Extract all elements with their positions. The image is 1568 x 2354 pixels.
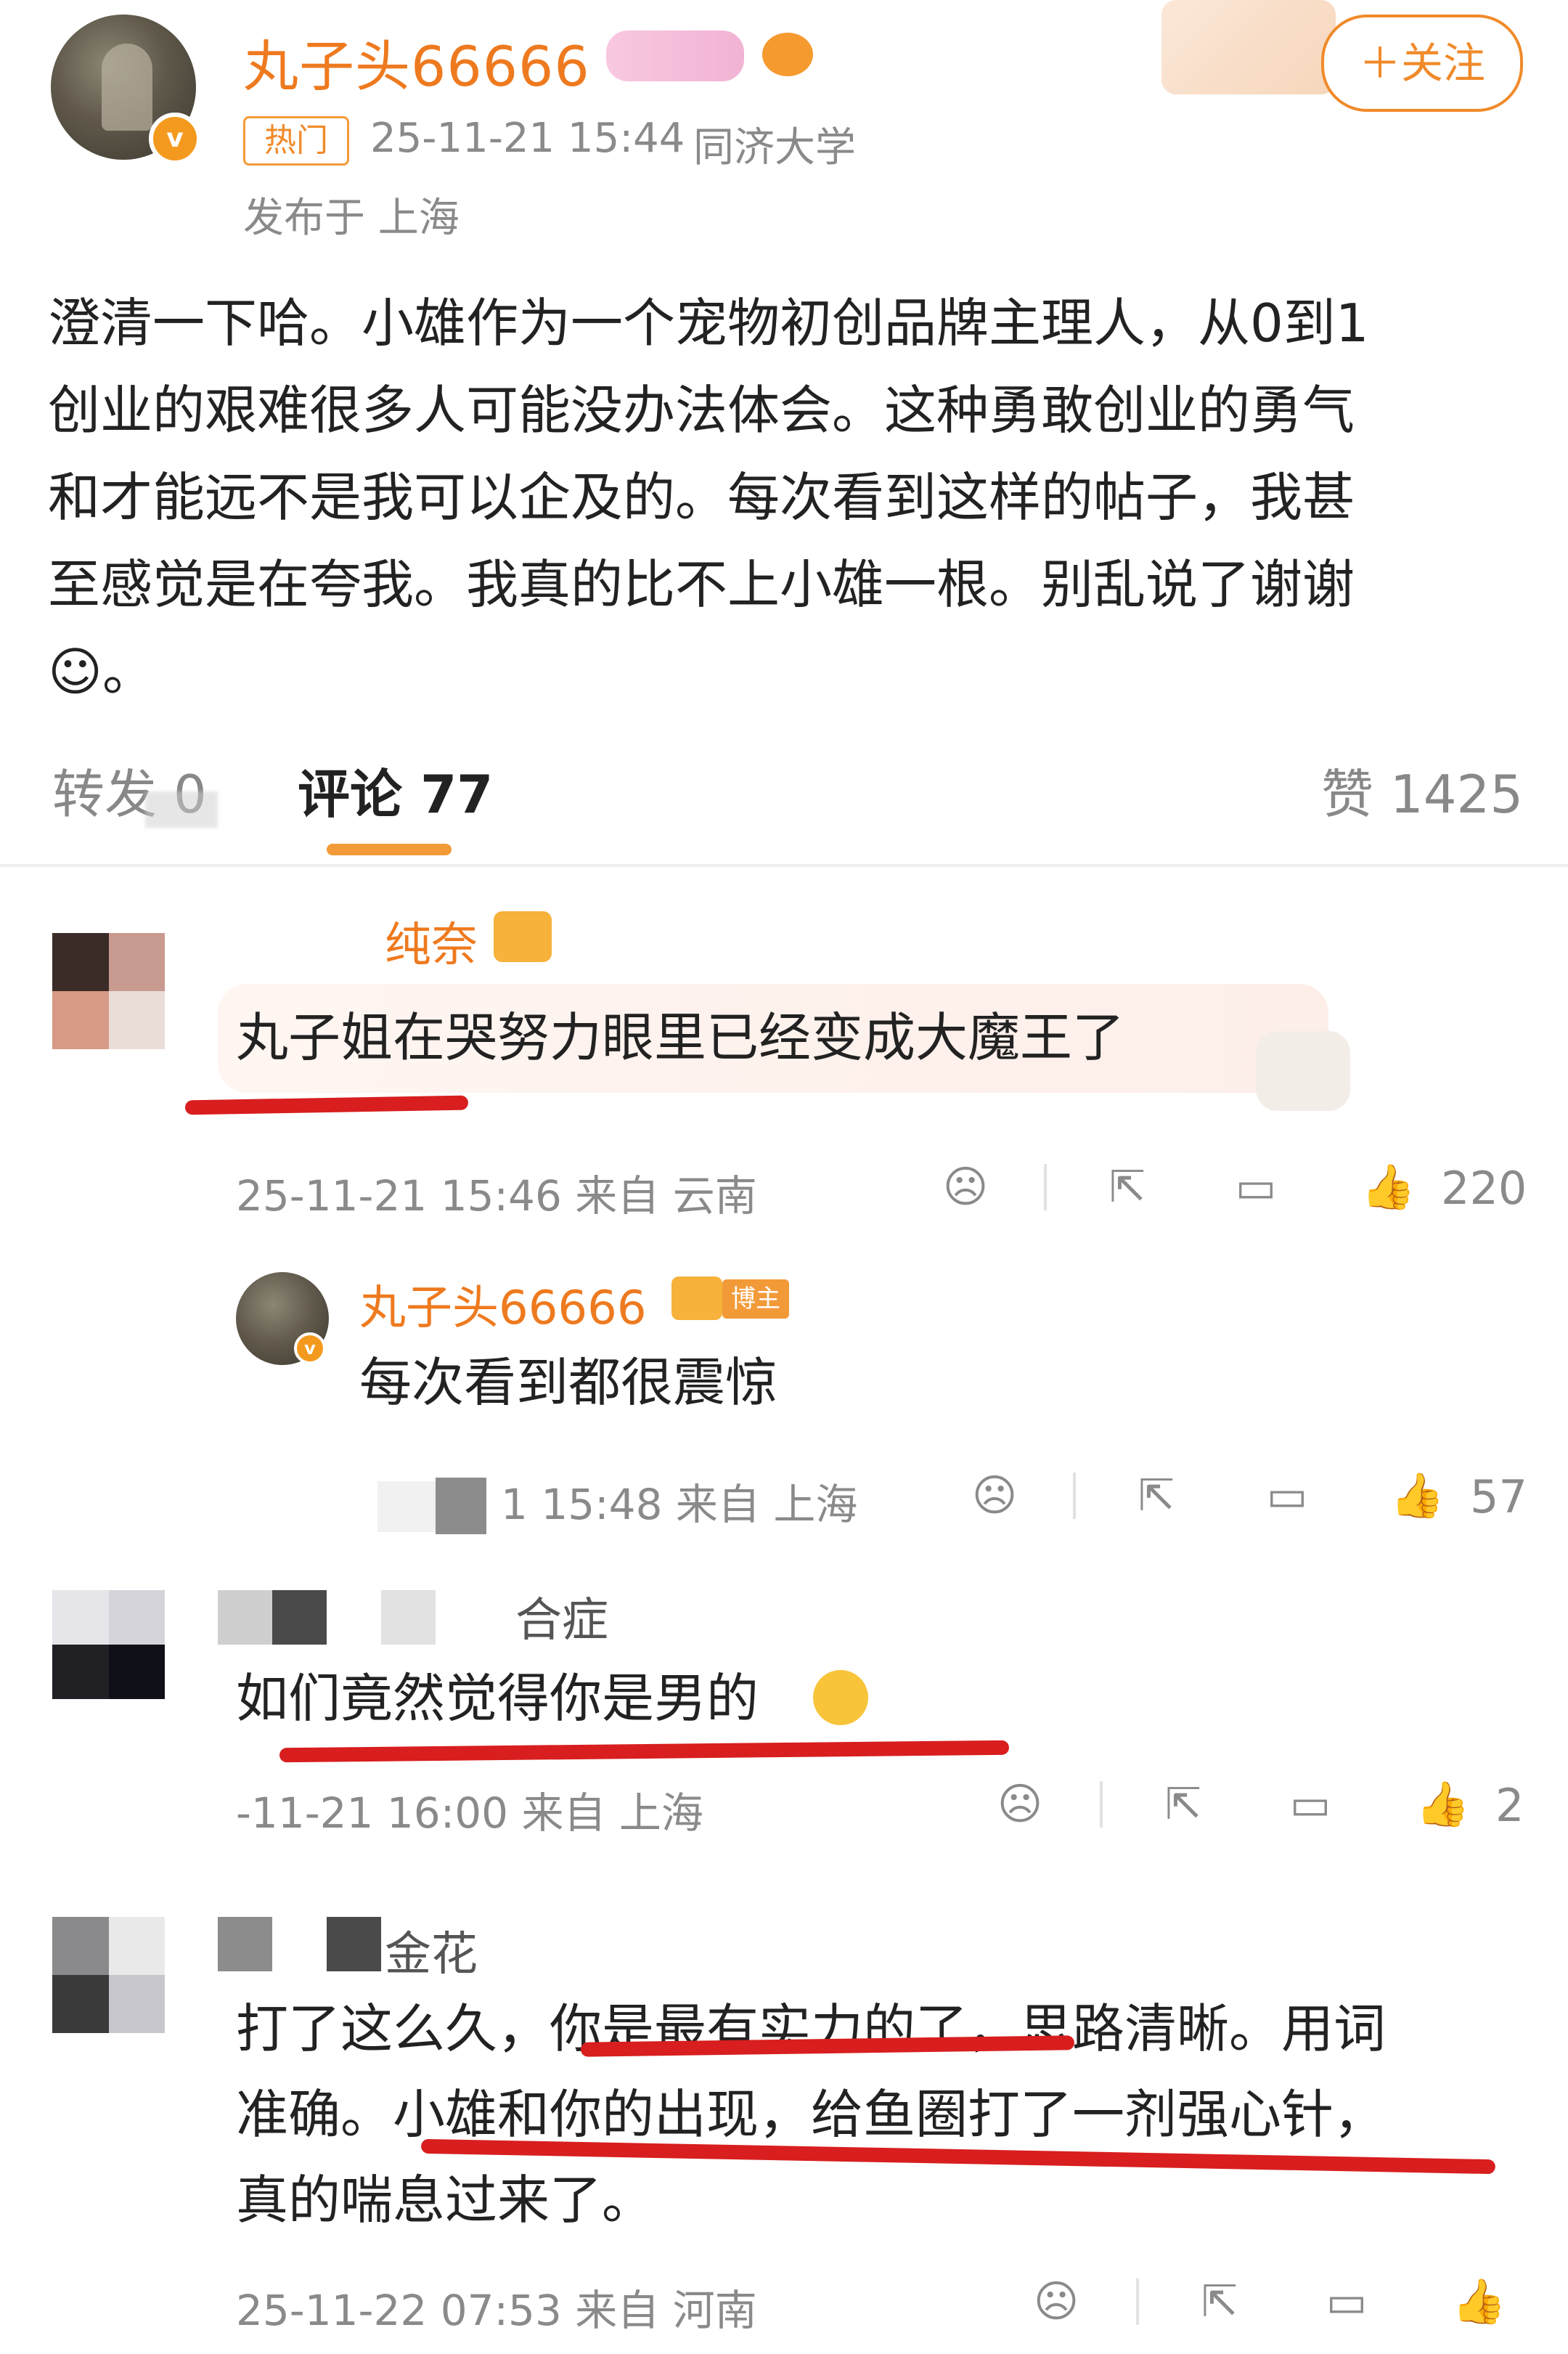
divider	[0, 864, 1568, 867]
mosaic-block	[145, 791, 218, 828]
mosaic-block	[272, 1590, 327, 1645]
mosaic-block	[377, 1481, 436, 1532]
thumb-up-icon[interactable]: 👍	[1361, 1162, 1416, 1213]
dog-sticker-icon	[1256, 1031, 1350, 1111]
follow-button[interactable]: ＋关注	[1321, 15, 1523, 112]
separator	[1044, 1164, 1047, 1210]
crown-icon	[671, 1276, 722, 1320]
comment-icon[interactable]: ▭	[1230, 1162, 1281, 1213]
red-underline	[184, 1095, 469, 1115]
like-count: 2	[1495, 1779, 1524, 1832]
comment-meta: 25-11-21 15:46 来自 云南	[236, 1171, 757, 1221]
thinking-emoji-icon	[813, 1670, 868, 1725]
sticker-decoration	[1161, 0, 1336, 94]
verified-badge-icon: v	[149, 113, 201, 165]
frown-icon[interactable]: ☹	[1031, 2276, 1082, 2327]
post-line: 创业的艰难很多人可能没办法体会。这种勇敢创业的勇气	[48, 380, 1355, 441]
comment-text: 丸子姐在哭努力眼里已经变成大魔王了	[236, 1007, 1125, 1068]
mosaic-block	[218, 1590, 272, 1645]
frown-icon[interactable]: ☹	[940, 1162, 991, 1213]
reply-text: 每次看到都很震惊	[359, 1352, 778, 1413]
comment-icon[interactable]: ▭	[1262, 1470, 1312, 1521]
comment-author[interactable]: 纯奈	[385, 908, 478, 974]
comment-icon[interactable]: ▭	[1321, 2276, 1372, 2327]
crown-icon	[494, 911, 552, 962]
comment-meta: -11-21 16:00 来自 上海	[236, 1788, 703, 1838]
comment-avatar-mosaic[interactable]	[52, 933, 165, 1049]
post-timestamp: 25-11-21 15:44	[370, 115, 685, 162]
separator	[1136, 2278, 1139, 2325]
separator	[1100, 1781, 1103, 1828]
red-underline	[279, 1740, 1010, 1763]
blogger-badge: 博主	[722, 1279, 789, 1319]
mosaic-block	[436, 1478, 486, 1534]
post-line: 澄清一下哈。小雄作为一个宠物初创品牌主理人，从0到1	[48, 293, 1369, 354]
comment-meta: 25-11-22 07:53 来自 河南	[236, 2286, 757, 2335]
like-tab[interactable]: 赞 1425	[1321, 752, 1523, 828]
post-content: 澄清一下哈。小雄作为一个宠物初创品牌主理人，从0到1 创业的艰难很多人可能没办法…	[48, 280, 1529, 715]
share-icon[interactable]: ⇱	[1102, 1162, 1153, 1213]
verified-badge-icon: v	[294, 1332, 326, 1364]
thumb-up-icon[interactable]: 👍	[1452, 2276, 1506, 2327]
reply-meta: 1 15:48 来自 上海	[501, 1480, 858, 1529]
hot-tag: 热门	[243, 116, 349, 166]
comment-tab[interactable]: 评论 77	[298, 752, 493, 828]
comment-line: 准确。小雄和你的出现，给鱼圈打了一剂强心针，	[236, 2084, 1387, 2145]
post-line: ☺。	[48, 641, 155, 702]
mosaic-block	[218, 1917, 272, 1971]
mosaic-block	[381, 1590, 436, 1645]
post-line: 和才能远不是我可以企及的。每次看到这样的帖子，我甚	[48, 467, 1355, 528]
thumb-up-icon[interactable]: 👍	[1390, 1470, 1445, 1521]
thumb-up-icon[interactable]: 👍	[1416, 1779, 1470, 1830]
reply-author[interactable]: 丸子头66666	[359, 1271, 647, 1337]
like-count: 220	[1441, 1162, 1527, 1215]
mosaic-block	[327, 1917, 381, 1971]
share-icon[interactable]: ⇱	[1158, 1779, 1209, 1830]
comment-avatar-mosaic[interactable]	[52, 1590, 165, 1714]
level-badge-icon	[606, 30, 744, 81]
comment-line: 打了这么久，你是最有实力的了，思路清晰。用词	[236, 1998, 1387, 2059]
comment-author[interactable]: 合症	[515, 1583, 608, 1650]
comment-avatar-mosaic[interactable]	[52, 1917, 165, 2040]
share-icon[interactable]: ⇱	[1194, 2276, 1245, 2327]
post-line: 至感觉是在夸我。我真的比不上小雄一根。别乱说了谢谢	[48, 554, 1355, 615]
active-tab-indicator	[327, 844, 452, 855]
post-school: 同济大学	[693, 124, 856, 171]
comment-line: 真的喘息过来了。	[236, 2170, 655, 2231]
fish-icon	[762, 33, 813, 76]
frown-icon[interactable]: ☹	[969, 1470, 1020, 1521]
comment-icon[interactable]: ▭	[1285, 1779, 1336, 1830]
comment-text: 打了这么久，你是最有实力的了，思路清晰。用词 准确。小雄和你的出现，给鱼圈打了一…	[236, 1986, 1386, 2243]
share-icon[interactable]: ⇱	[1131, 1470, 1182, 1521]
comment-author[interactable]: 金花	[385, 1917, 478, 1984]
post-location: 发布于 上海	[243, 195, 460, 242]
author-name[interactable]: 丸子头66666	[243, 22, 590, 102]
frown-icon[interactable]: ☹	[995, 1779, 1045, 1830]
like-count: 57	[1470, 1470, 1527, 1523]
comment-text: 如们竟然觉得你是男的	[236, 1668, 759, 1729]
separator	[1073, 1473, 1076, 1519]
